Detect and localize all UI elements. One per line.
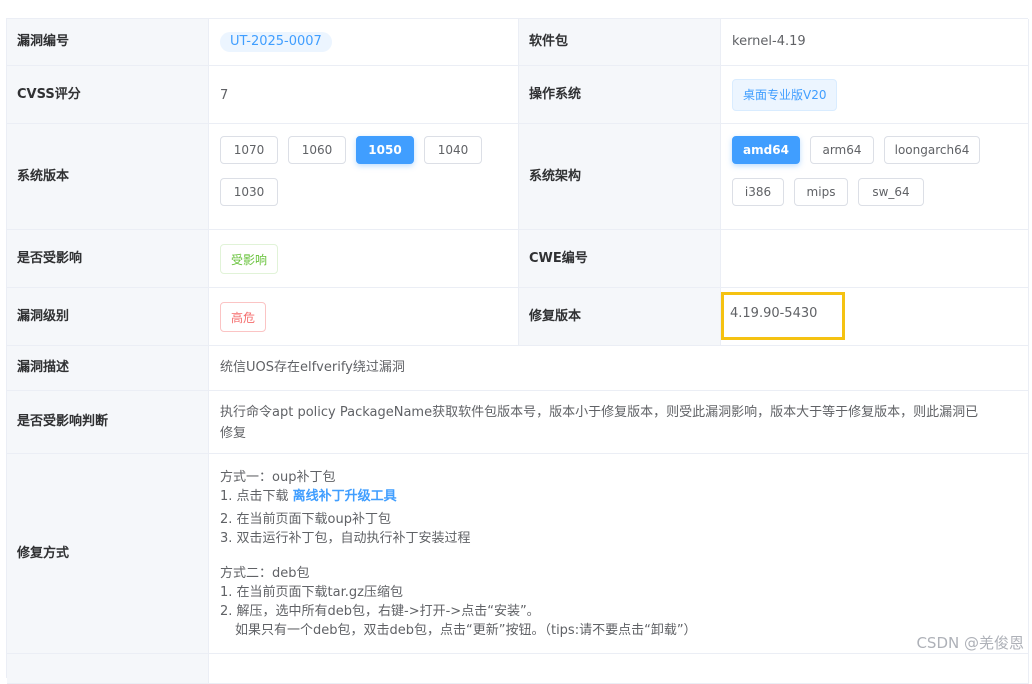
affected-label-text: 是否受影响: [17, 250, 83, 266]
vulnerability-detail-table: 漏洞编号 UT-2025-0007 软件包 kernel-4.19 CVSS评分…: [6, 18, 1029, 684]
method-1-step-2: 2. 在当前页面下载oup补丁包: [220, 512, 391, 527]
package-label: 软件包: [519, 19, 721, 66]
arch-option-sw64[interactable]: sw_64: [858, 178, 924, 206]
cvss-label: CVSS评分: [7, 66, 209, 124]
next-row-cell: [209, 654, 1029, 684]
arch-option-amd64[interactable]: amd64: [732, 136, 800, 164]
fix-method-steps: 方式一：oup补丁包 1. 点击下载 离线补丁升级工具 2. 在当前页面下载ou…: [209, 454, 1028, 654]
os-label-text: 操作系统: [529, 86, 582, 102]
method-1-step-1: 1. 点击下载 离线补丁升级工具: [220, 487, 397, 506]
offline-patch-tool-link[interactable]: 离线补丁升级工具: [293, 489, 397, 504]
arch-option-arm64[interactable]: arm64: [810, 136, 874, 164]
vuln-id-cell: UT-2025-0007: [209, 19, 519, 66]
arch-label: 系统架构: [519, 124, 721, 230]
package-value: kernel-4.19: [732, 34, 806, 49]
arch-options: amd64 arm64 loongarch64 i386 mips sw_64: [721, 124, 1028, 218]
os-cell: 桌面专业版V20: [721, 66, 1029, 124]
os-label: 操作系统: [519, 66, 721, 124]
description-label-text: 漏洞描述: [17, 360, 70, 375]
vuln-id-tag: UT-2025-0007: [220, 32, 332, 52]
affected-tag: 受影响: [220, 243, 279, 274]
method-1-step-3: 3. 双击运行补丁包，自动执行补丁安装过程: [220, 531, 471, 546]
judgement-line-2: 修复: [220, 426, 247, 441]
method-2-step-2: 2. 解压，选中所有deb包，右键->打开->点击“安装”。: [220, 604, 540, 619]
cwe-label-text: CWE编号: [529, 250, 588, 266]
fix-version-label: 修复版本: [519, 288, 721, 346]
csdn-watermark: CSDN @羌俊恩: [916, 634, 1024, 652]
sys-version-cell: 1070 1060 1050 1040 1030: [209, 124, 519, 230]
affected-label: 是否受影响: [7, 230, 209, 288]
arch-option-mips[interactable]: mips: [794, 178, 848, 206]
next-row-label: [7, 654, 209, 684]
level-tag: 高危: [220, 301, 267, 332]
cvss-value: 7: [220, 88, 229, 103]
version-option-1070[interactable]: 1070: [220, 136, 278, 164]
fix-method-label-text: 修复方式: [17, 545, 70, 561]
level-label-text: 漏洞级别: [17, 308, 70, 324]
method-1-title: 方式一：oup补丁包: [220, 470, 336, 485]
description-value: 统信UOS存在elfverify绕过漏洞: [220, 360, 405, 375]
os-tag: 桌面专业版V20: [732, 78, 838, 111]
sys-version-label-text: 系统版本: [17, 168, 70, 184]
fix-method-cell: 方式一：oup补丁包 1. 点击下载 离线补丁升级工具 2. 在当前页面下载ou…: [209, 454, 1029, 654]
fix-version-value: 4.19.90-5430: [730, 306, 818, 321]
version-option-1060[interactable]: 1060: [288, 136, 346, 164]
version-option-1040[interactable]: 1040: [424, 136, 482, 164]
sys-version-label: 系统版本: [7, 124, 209, 230]
judgement-label-text: 是否受影响判断: [17, 414, 109, 429]
description-cell: 统信UOS存在elfverify绕过漏洞: [209, 346, 1029, 391]
level-cell: 高危: [209, 288, 519, 346]
arch-option-i386[interactable]: i386: [732, 178, 784, 206]
vuln-id-label-text: 漏洞编号: [17, 34, 70, 49]
level-label: 漏洞级别: [7, 288, 209, 346]
judgement-line-1: 执行命令apt policy PackageName获取软件包版本号，版本小于修…: [220, 405, 979, 420]
sys-version-options: 1070 1060 1050 1040 1030: [209, 124, 518, 218]
judgement-label: 是否受影响判断: [7, 391, 209, 454]
cvss-cell: 7: [209, 66, 519, 124]
vuln-id-label: 漏洞编号: [7, 19, 209, 66]
method-2-step-1: 1. 在当前页面下载tar.gz压缩包: [220, 585, 403, 600]
package-label-text: 软件包: [529, 34, 569, 49]
description-label: 漏洞描述: [7, 346, 209, 391]
version-option-1030[interactable]: 1030: [220, 178, 278, 206]
arch-label-text: 系统架构: [529, 168, 582, 184]
fix-version-label-text: 修复版本: [529, 308, 582, 324]
package-cell: kernel-4.19: [721, 19, 1029, 66]
arch-cell: amd64 arm64 loongarch64 i386 mips sw_64: [721, 124, 1029, 230]
version-option-1050[interactable]: 1050: [356, 136, 414, 164]
method-1-step-1-text: 1. 点击下载: [220, 489, 293, 504]
arch-option-loongarch64[interactable]: loongarch64: [884, 136, 980, 164]
affected-cell: 受影响: [209, 230, 519, 288]
cwe-label: CWE编号: [519, 230, 721, 288]
method-2-title: 方式二：deb包: [220, 566, 310, 581]
cwe-cell: [721, 230, 1029, 288]
fix-method-label: 修复方式: [7, 454, 209, 654]
method-2-step-3: 如果只有一个deb包，双击deb包，点击“更新”按钮。（tips:请不要点击“卸…: [235, 623, 697, 638]
cvss-label-text: CVSS评分: [17, 86, 81, 102]
judgement-cell: 执行命令apt policy PackageName获取软件包版本号，版本小于修…: [209, 391, 1029, 454]
